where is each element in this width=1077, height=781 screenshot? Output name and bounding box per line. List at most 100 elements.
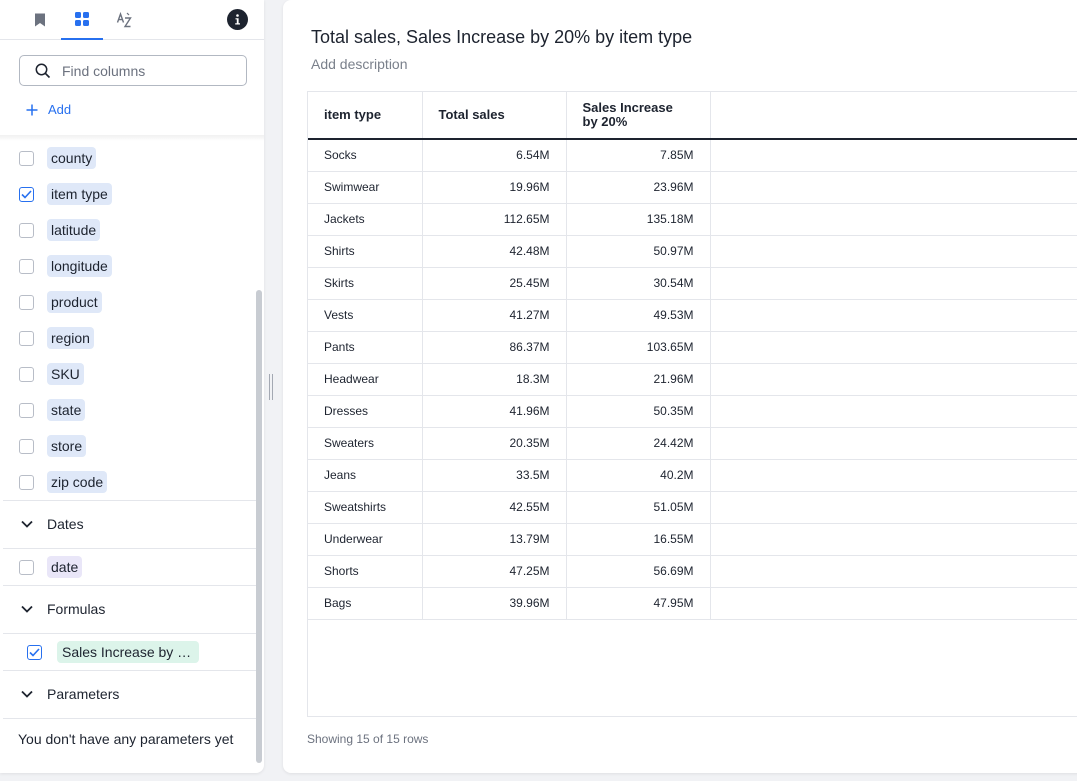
formula-checkbox[interactable] xyxy=(27,644,42,660)
column-chip[interactable]: longitude xyxy=(47,255,112,277)
column-chip[interactable]: store xyxy=(47,435,87,457)
sales-increase-cell[interactable]: 7.85M xyxy=(566,139,711,172)
item-type-cell[interactable]: Socks xyxy=(308,139,423,172)
formula-item[interactable]: Sales Increase by … xyxy=(27,640,200,664)
column-header[interactable]: item type xyxy=(308,92,423,140)
table-row[interactable]: Jeans 33.5M 40.2M xyxy=(308,459,1077,492)
column-checkbox[interactable] xyxy=(19,258,34,274)
table-row[interactable]: Bags 39.96M 47.95M xyxy=(308,587,1077,620)
column-checkbox[interactable] xyxy=(19,559,34,575)
column-item[interactable]: latitude xyxy=(19,218,101,242)
table-row[interactable]: Sweatshirts 42.55M 51.05M xyxy=(308,491,1077,524)
total-sales-cell[interactable]: 6.54M xyxy=(422,139,567,172)
column-checkbox[interactable] xyxy=(19,366,34,382)
sales-increase-cell[interactable]: 21.96M xyxy=(566,363,711,396)
item-type-cell[interactable]: Pants xyxy=(308,331,423,364)
item-type-cell[interactable]: Shorts xyxy=(308,555,423,588)
sales-increase-cell[interactable]: 50.35M xyxy=(566,395,711,428)
item-type-cell[interactable]: Dresses xyxy=(308,395,423,428)
total-sales-cell[interactable]: 42.48M xyxy=(422,235,567,268)
tab-bookmark[interactable] xyxy=(24,0,56,40)
item-type-cell[interactable]: Shirts xyxy=(308,235,423,268)
sales-increase-cell[interactable]: 50.97M xyxy=(566,235,711,268)
sales-increase-cell[interactable]: 51.05M xyxy=(566,491,711,524)
total-sales-cell[interactable]: 86.37M xyxy=(422,331,567,364)
column-item[interactable]: state xyxy=(19,398,86,422)
table-row[interactable]: Pants 86.37M 103.65M xyxy=(308,331,1077,364)
column-checkbox[interactable] xyxy=(19,402,34,418)
table-row[interactable]: Shirts 42.48M 50.97M xyxy=(308,235,1077,268)
formulas-section-header[interactable]: Formulas xyxy=(3,585,256,633)
item-type-cell[interactable]: Jackets xyxy=(308,203,423,236)
item-type-cell[interactable]: Bags xyxy=(308,587,423,620)
total-sales-cell[interactable]: 13.79M xyxy=(422,523,567,556)
panel-resize-handle[interactable] xyxy=(269,374,277,400)
total-sales-cell[interactable]: 18.3M xyxy=(422,363,567,396)
item-type-cell[interactable]: Sweaters xyxy=(308,427,423,460)
sales-increase-cell[interactable]: 23.96M xyxy=(566,171,711,204)
column-chip[interactable]: SKU xyxy=(47,363,84,385)
search-input[interactable] xyxy=(62,62,232,79)
column-checkbox[interactable] xyxy=(19,330,34,346)
formula-chip[interactable]: Sales Increase by … xyxy=(57,641,200,663)
column-chip[interactable]: region xyxy=(47,327,94,349)
column-item[interactable]: zip code xyxy=(19,470,108,494)
column-item[interactable]: item type xyxy=(19,182,112,206)
column-item[interactable]: longitude xyxy=(19,254,112,278)
table-row[interactable]: Sweaters 20.35M 24.42M xyxy=(308,427,1077,460)
total-sales-cell[interactable]: 41.96M xyxy=(422,395,567,428)
total-sales-cell[interactable]: 41.27M xyxy=(422,299,567,332)
total-sales-cell[interactable]: 112.65M xyxy=(422,203,567,236)
item-type-cell[interactable]: Jeans xyxy=(308,459,423,492)
sales-increase-cell[interactable]: 40.2M xyxy=(566,459,711,492)
column-checkbox[interactable] xyxy=(19,438,34,454)
column-checkbox[interactable] xyxy=(19,222,34,238)
table-row[interactable]: Swimwear 19.96M 23.96M xyxy=(308,171,1077,204)
column-header[interactable]: Sales Increase by 20% xyxy=(566,92,711,140)
table-row[interactable]: Socks 6.54M 7.85M xyxy=(308,139,1077,172)
sales-increase-cell[interactable]: 103.65M xyxy=(566,331,711,364)
answer-title[interactable]: Total sales, Sales Increase by 20% by it… xyxy=(311,27,692,48)
table-row[interactable]: Shorts 47.25M 56.69M xyxy=(308,555,1077,588)
total-sales-cell[interactable]: 39.96M xyxy=(422,587,567,620)
column-header[interactable]: Total sales xyxy=(422,92,567,140)
column-chip[interactable]: item type xyxy=(47,183,112,205)
info-button[interactable] xyxy=(227,9,248,30)
parameters-section-header[interactable]: Parameters xyxy=(3,670,256,718)
table-row[interactable]: Vests 41.27M 49.53M xyxy=(308,299,1077,332)
sales-increase-cell[interactable]: 30.54M xyxy=(566,267,711,300)
tab-sort-az[interactable] xyxy=(108,0,140,40)
column-chip[interactable]: product xyxy=(47,291,102,313)
column-item[interactable]: product xyxy=(19,290,102,314)
column-item[interactable]: county xyxy=(19,146,97,170)
sales-increase-cell[interactable]: 56.69M xyxy=(566,555,711,588)
total-sales-cell[interactable]: 20.35M xyxy=(422,427,567,460)
column-chip[interactable]: date xyxy=(47,556,83,578)
column-chip[interactable]: latitude xyxy=(47,219,101,241)
total-sales-cell[interactable]: 25.45M xyxy=(422,267,567,300)
column-chip[interactable]: state xyxy=(47,399,86,421)
total-sales-cell[interactable]: 33.5M xyxy=(422,459,567,492)
column-search[interactable] xyxy=(19,55,247,86)
column-item[interactable]: SKU xyxy=(19,362,84,386)
item-type-cell[interactable]: Headwear xyxy=(308,363,423,396)
sales-increase-cell[interactable]: 16.55M xyxy=(566,523,711,556)
add-description[interactable]: Add description xyxy=(311,56,408,72)
total-sales-cell[interactable]: 47.25M xyxy=(422,555,567,588)
sales-increase-cell[interactable]: 47.95M xyxy=(566,587,711,620)
column-item[interactable]: region xyxy=(19,326,94,350)
sales-increase-cell[interactable]: 49.53M xyxy=(566,299,711,332)
total-sales-cell[interactable]: 19.96M xyxy=(422,171,567,204)
add-column-button[interactable]: Add xyxy=(26,102,71,117)
table-row[interactable]: Headwear 18.3M 21.96M xyxy=(308,363,1077,396)
item-type-cell[interactable]: Skirts xyxy=(308,267,423,300)
total-sales-cell[interactable]: 42.55M xyxy=(422,491,567,524)
item-type-cell[interactable]: Swimwear xyxy=(308,171,423,204)
sales-increase-cell[interactable]: 24.42M xyxy=(566,427,711,460)
table-row[interactable]: Dresses 41.96M 50.35M xyxy=(308,395,1077,428)
table-row[interactable]: Underwear 13.79M 16.55M xyxy=(308,523,1077,556)
column-chip[interactable]: zip code xyxy=(47,471,108,493)
column-checkbox[interactable] xyxy=(19,150,34,166)
item-type-cell[interactable]: Vests xyxy=(308,299,423,332)
sidebar-scrollbar[interactable] xyxy=(256,290,262,763)
